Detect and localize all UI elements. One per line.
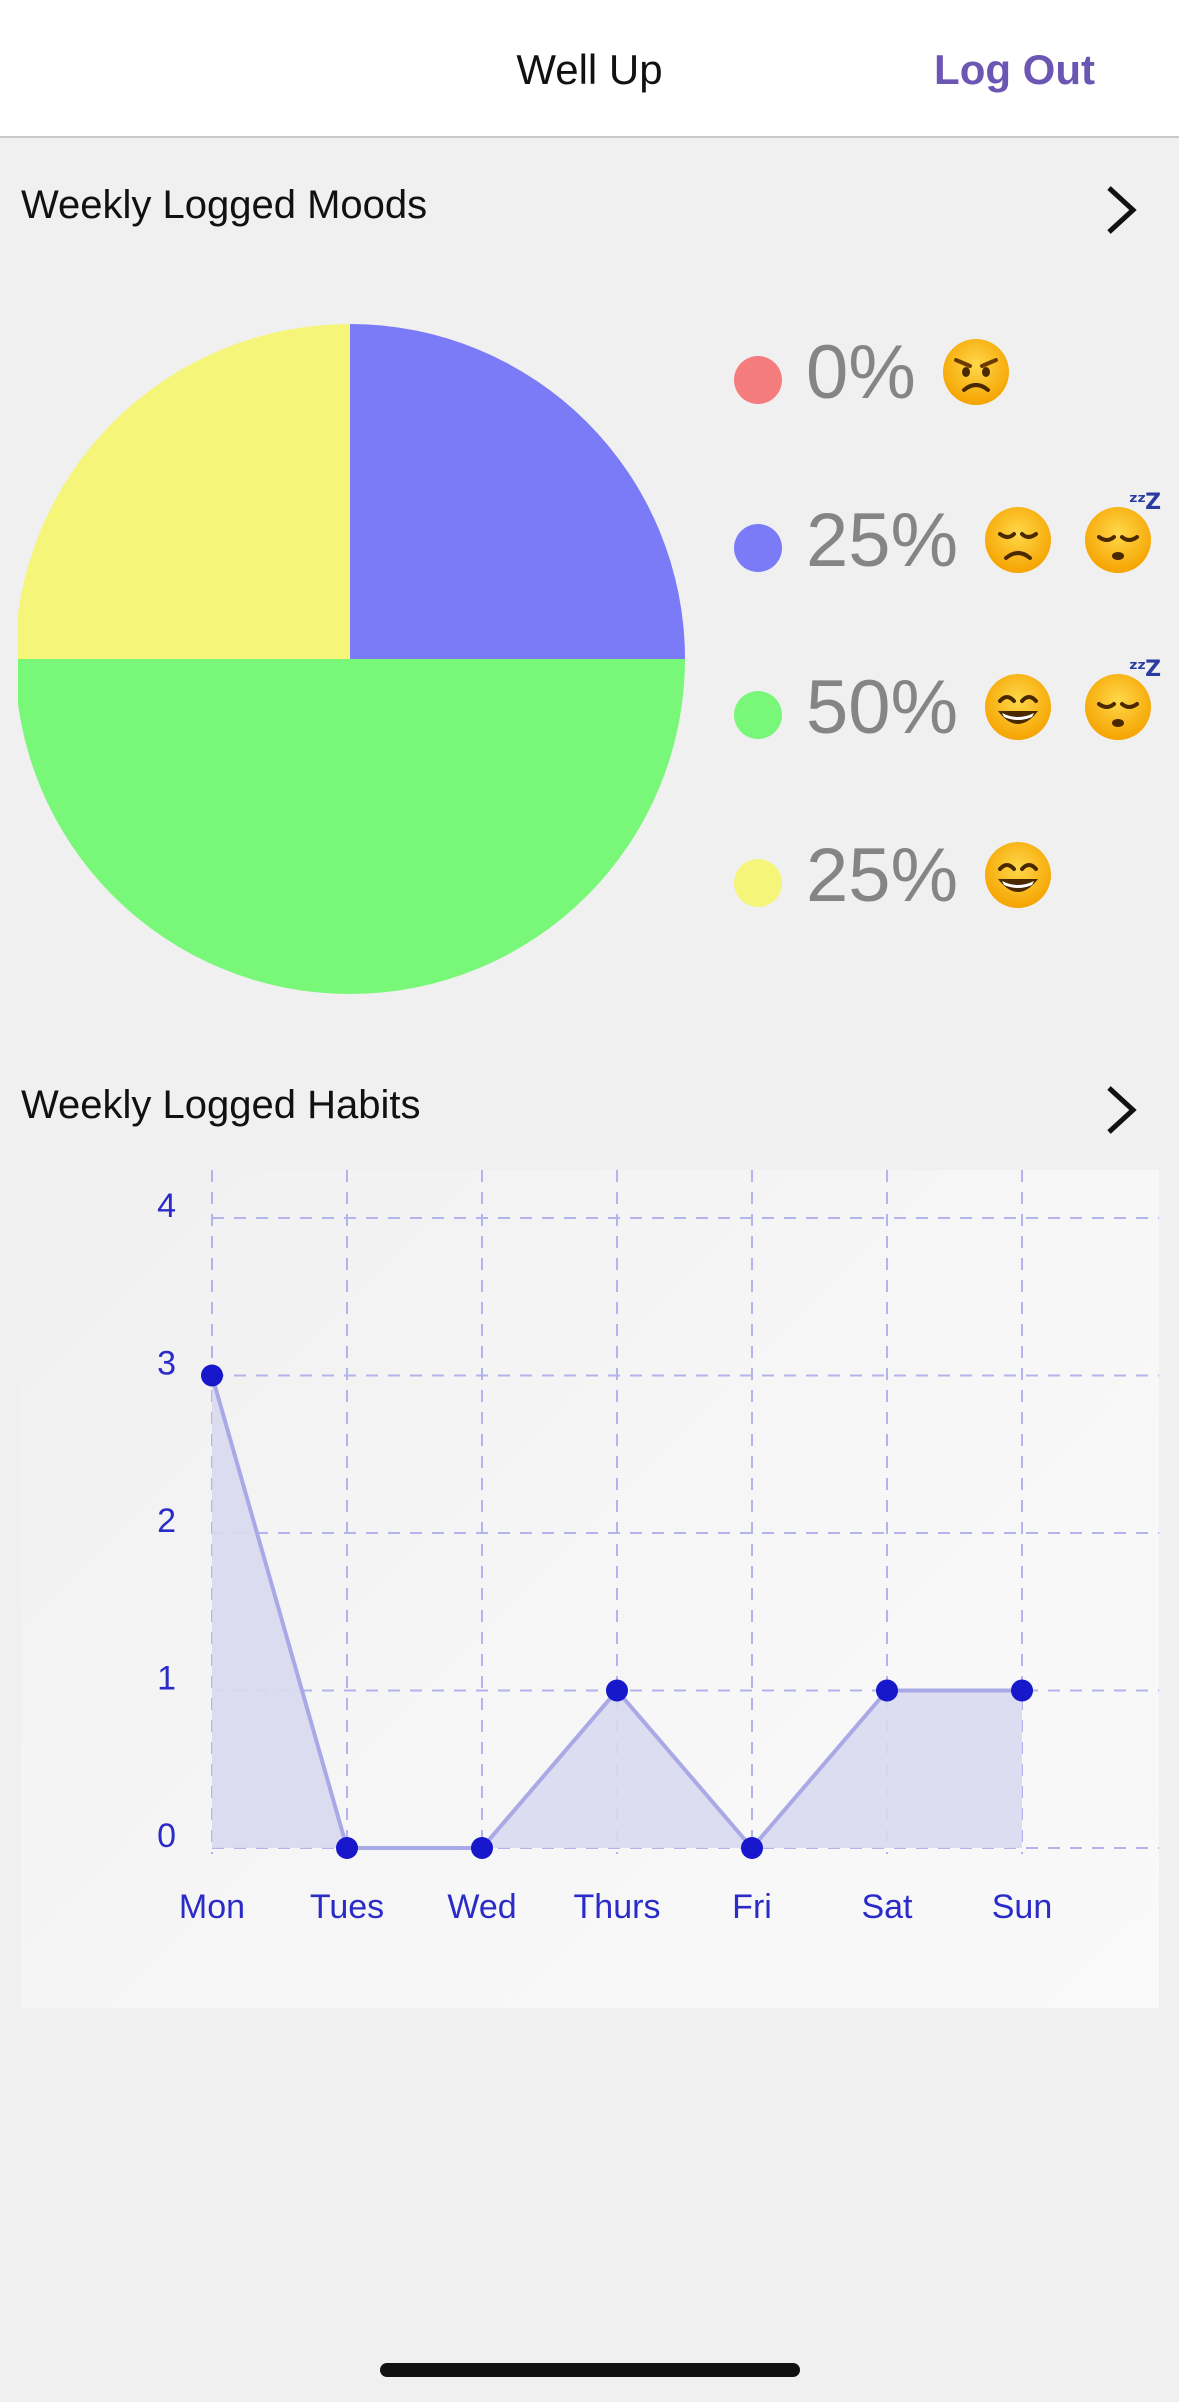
- x-tick-label-fri: Fri: [732, 1888, 772, 1926]
- home-indicator[interactable]: [380, 2363, 800, 2377]
- zzz-icon: ᶻᶻZ: [1128, 657, 1161, 682]
- legend-percent: 25%: [806, 497, 959, 583]
- pie-slice-2: [18, 659, 685, 994]
- data-point-sat: [876, 1679, 898, 1702]
- habits-chart-card: 0 1 2 3 4 Mon Tues Wed Thurs Fri Sat Sun: [21, 1170, 1159, 2008]
- legend-row-1: 25% ᶻᶻZ: [734, 490, 1161, 590]
- data-point-fri: [741, 1837, 763, 1859]
- y-tick-label: 0: [157, 1817, 176, 1855]
- habits-chevron-right-icon[interactable]: [1093, 1082, 1149, 1138]
- legend-row-2: 50% ᶻᶻZ: [734, 657, 1161, 757]
- legend-row-3: 25%: [734, 825, 1054, 925]
- legend-color-dot: [734, 356, 782, 404]
- angry-face-icon: [940, 336, 1012, 408]
- data-point-sun: [1011, 1679, 1033, 1702]
- moods-chevron-right-icon[interactable]: [1093, 182, 1149, 238]
- pie-slice-1: [350, 324, 685, 659]
- log-out-button[interactable]: Log Out: [934, 46, 1095, 94]
- sleeping-face-icon: ᶻᶻZ: [1082, 657, 1161, 743]
- x-tick-label-wed: Wed: [447, 1888, 516, 1926]
- y-tick-label: 2: [157, 1502, 176, 1540]
- legend-percent: 50%: [806, 664, 959, 750]
- data-point-mon: [201, 1364, 223, 1387]
- data-point-thurs: [606, 1679, 628, 1702]
- sleeping-face-icon: ᶻᶻZ: [1082, 490, 1161, 576]
- y-tick-label: 4: [157, 1187, 176, 1225]
- pie-slice-3: [18, 324, 350, 659]
- disappointed-face-icon: [982, 504, 1054, 576]
- nav-bar: Well Up Log Out: [0, 0, 1179, 138]
- habits-section-title: Weekly Logged Habits: [21, 1083, 421, 1127]
- x-tick-label-thurs: Thurs: [574, 1888, 661, 1926]
- x-tick-label-tues: Tues: [310, 1888, 384, 1926]
- x-tick-label-mon: Mon: [179, 1888, 245, 1926]
- legend-color-dot: [734, 859, 782, 907]
- grinning-face-icon: [982, 671, 1054, 743]
- legend-percent: 25%: [806, 832, 959, 918]
- moods-section-title: Weekly Logged Moods: [21, 183, 428, 227]
- y-tick-label: 1: [157, 1660, 176, 1698]
- legend-color-dot: [734, 524, 782, 572]
- x-tick-label-sun: Sun: [992, 1888, 1053, 1926]
- legend-color-dot: [734, 691, 782, 739]
- data-point-tues: [336, 1837, 358, 1859]
- habits-line-chart: 0 1 2 3 4 Mon Tues Wed Thurs Fri Sat Sun: [157, 1170, 1159, 1926]
- zzz-icon: ᶻᶻZ: [1128, 490, 1161, 515]
- grinning-face-icon: [982, 839, 1054, 911]
- moods-pie-chart: [18, 324, 685, 994]
- x-tick-label-sat: Sat: [861, 1888, 913, 1926]
- data-point-wed: [471, 1837, 493, 1859]
- y-tick-label: 3: [157, 1345, 176, 1383]
- legend-percent: 0%: [806, 329, 916, 415]
- legend-row-0: 0%: [734, 322, 1012, 422]
